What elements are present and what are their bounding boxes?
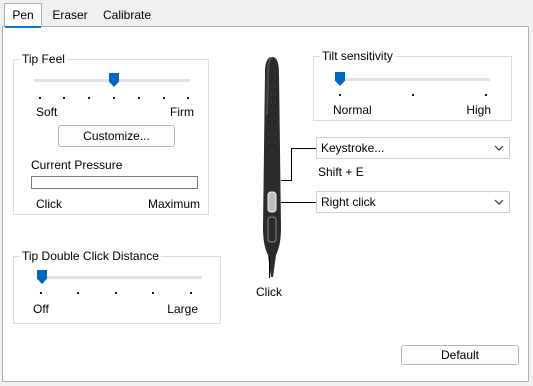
pressure-meter — [31, 176, 198, 189]
default-button[interactable]: Default — [401, 345, 519, 365]
upper-button-detail: Shift + E — [318, 165, 364, 179]
tab-eraser[interactable]: Eraser — [48, 4, 92, 26]
tilt-slider-thumb[interactable] — [335, 72, 345, 86]
pen-settings-panel: Tip Feel Soft Firm Customize... Current … — [2, 26, 529, 382]
upper-button-dropdown[interactable]: Keystroke... — [316, 137, 510, 159]
tip-feel-group: Tip Feel Soft Firm Customize... Current … — [13, 52, 209, 215]
slider-tick — [39, 97, 41, 99]
slider-tick — [63, 97, 65, 99]
slider-tick — [115, 292, 117, 294]
tip-feel-title: Tip Feel — [20, 52, 67, 66]
tab-bar: Pen Eraser Calibrate — [0, 0, 533, 28]
slider-tick — [485, 94, 487, 96]
slider-tick — [113, 97, 115, 99]
connector-line — [291, 148, 316, 149]
tip-feel-min-label: Soft — [36, 105, 58, 119]
slider-tick — [412, 94, 414, 96]
connector-line — [281, 202, 316, 203]
upper-button-value: Keystroke... — [321, 141, 385, 155]
customize-button[interactable]: Customize... — [58, 125, 175, 147]
pen-icon — [263, 57, 281, 277]
slider-tick — [40, 292, 42, 294]
current-pressure-label: Current Pressure — [31, 158, 123, 172]
slider-tick — [190, 292, 192, 294]
tilt-min-label: Normal — [333, 103, 372, 117]
slider-tick — [163, 97, 165, 99]
pressure-click-label: Click — [36, 197, 62, 211]
tab-calibrate[interactable]: Calibrate — [98, 4, 156, 26]
slider-tick — [138, 97, 140, 99]
tilt-title: Tilt sensitivity — [320, 49, 395, 63]
pressure-maximum-label: Maximum — [147, 197, 200, 211]
slider-tick — [152, 292, 154, 294]
connector-line — [269, 256, 270, 278]
pen-tip-label: Click — [256, 285, 282, 299]
tilt-slider-track[interactable] — [336, 78, 490, 81]
tilt-max-label: High — [466, 103, 491, 117]
double-click-slider-thumb[interactable] — [37, 270, 47, 284]
double-click-max-label: Large — [167, 302, 198, 316]
connector-line — [291, 148, 292, 181]
slider-tick — [88, 97, 90, 99]
tip-double-click-group: Tip Double Click Distance Off Large — [13, 249, 221, 324]
double-click-slider-track[interactable] — [38, 276, 202, 279]
tab-pen[interactable]: Pen — [4, 3, 42, 28]
connector-line — [281, 180, 291, 181]
tilt-sensitivity-group: Tilt sensitivity Normal High — [313, 49, 512, 121]
slider-tick — [187, 97, 189, 99]
chevron-down-icon — [494, 145, 504, 151]
double-click-min-label: Off — [33, 302, 49, 316]
slider-tick — [339, 94, 341, 96]
tip-feel-slider-thumb[interactable] — [109, 73, 119, 87]
chevron-down-icon — [494, 199, 504, 205]
slider-tick — [77, 292, 79, 294]
tip-double-click-title: Tip Double Click Distance — [20, 249, 161, 263]
tip-feel-max-label: Firm — [170, 105, 194, 119]
lower-button-value: Right click — [321, 195, 376, 209]
lower-button-dropdown[interactable]: Right click — [316, 191, 510, 213]
